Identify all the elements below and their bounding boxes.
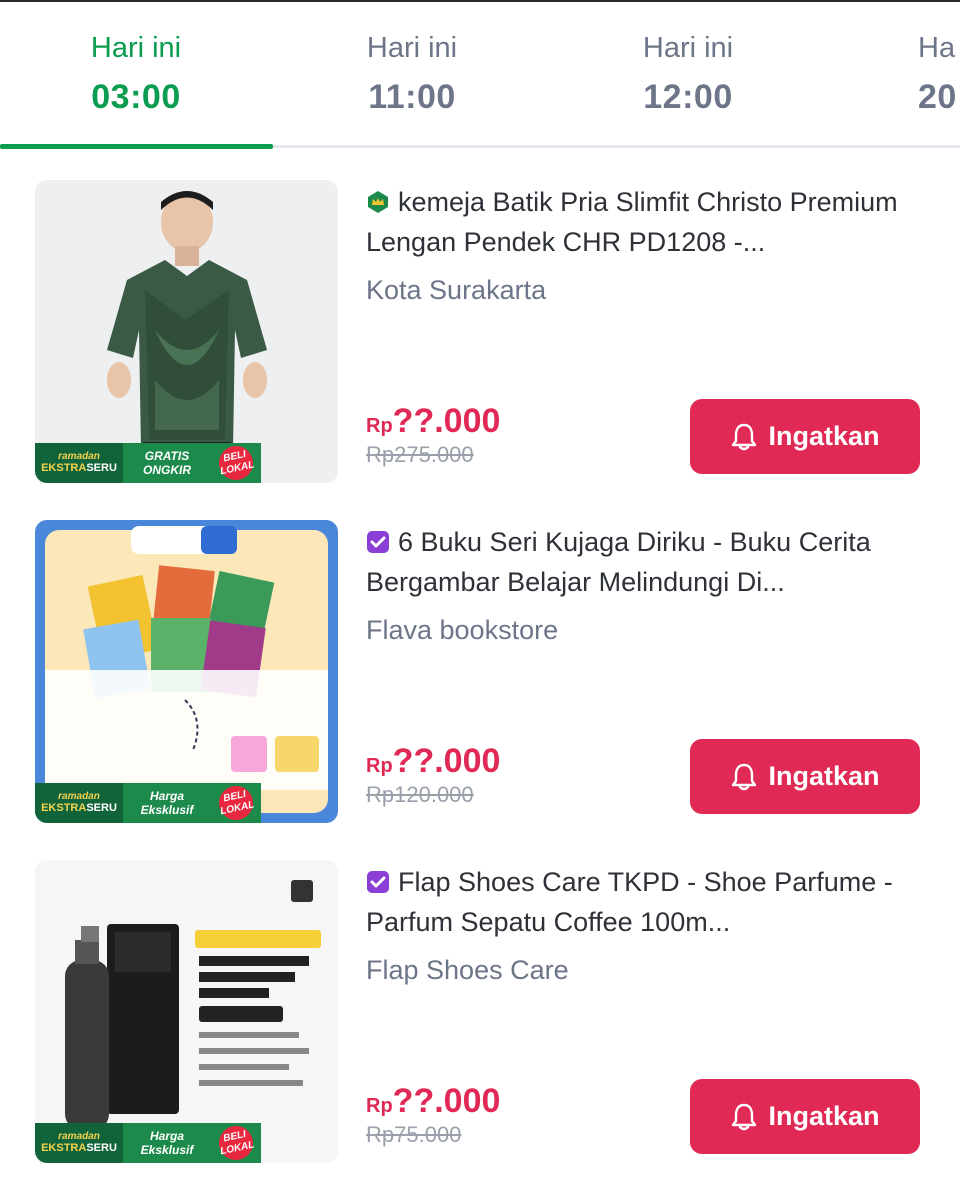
ingatkan-label: Ingatkan xyxy=(768,761,880,791)
product-card[interactable]: ramadan EKSTRASERU Harga Eksklusif BELI … xyxy=(0,520,960,840)
book-set-illustration xyxy=(35,520,338,823)
badge-text-highlight: EKSTRA xyxy=(41,462,87,474)
badge-text: SERU xyxy=(86,1142,117,1154)
promo-badges: ramadan EKSTRASERU GRATIS ONGKIR BELI LO… xyxy=(35,442,261,483)
flash-price: Rp??.000 xyxy=(366,402,500,441)
product-card[interactable]: ramadan EKSTRASERU Harga Eksklusif BELI … xyxy=(0,860,960,1180)
product-info: 6 Buku Seri Kujaga Diriku - Buku Cerita … xyxy=(366,522,936,650)
product-image-batik-shirt[interactable]: ramadan EKSTRASERU GRATIS ONGKIR BELI LO… xyxy=(35,180,338,483)
product-image-shoe-parfume[interactable]: ramadan EKSTRASERU Harga Eksklusif BELI … xyxy=(35,860,338,1163)
price-amount: ??.000 xyxy=(392,1082,501,1120)
shop-location: Kota Surakarta xyxy=(366,275,547,305)
crown-icon xyxy=(368,191,388,213)
tab-day-label: Hari ini xyxy=(642,32,734,64)
badge-text: SERU xyxy=(86,802,117,814)
beli-lokal-badge: BELI LOKAL xyxy=(211,1122,261,1163)
harga-eksklusif-badge: Harga Eksklusif xyxy=(123,783,211,823)
badge-text: BELI LOKAL xyxy=(215,782,257,823)
ingatkan-label: Ingatkan xyxy=(768,421,880,451)
harga-eksklusif-badge: Harga Eksklusif xyxy=(123,1123,211,1163)
price-amount: ??.000 xyxy=(392,402,501,440)
product-info: kemeja Batik Pria Slimfit Christo Premiu… xyxy=(366,182,936,310)
ramadan-ekstra-seru-badge: ramadan EKSTRASERU xyxy=(35,1123,123,1163)
badge-text: ramadan xyxy=(58,791,100,802)
product-title-text: kemeja Batik Pria Slimfit Christo Premiu… xyxy=(366,187,898,257)
tab-day-label: Ha xyxy=(918,32,956,64)
badge-text: EKSTRASERU xyxy=(41,802,117,815)
promo-badges: ramadan EKSTRASERU Harga Eksklusif BELI … xyxy=(35,782,261,823)
verified-icon xyxy=(367,531,389,553)
badge-text: ONGKIR xyxy=(143,463,191,477)
badge-text: SERU xyxy=(86,462,117,474)
ingatkan-button[interactable]: Ingatkan xyxy=(690,1079,920,1154)
flash-price: Rp??.000 xyxy=(366,742,500,781)
ingatkan-button[interactable]: Ingatkan xyxy=(690,399,920,474)
badge-text: BELI LOKAL xyxy=(215,1122,257,1163)
flash-sale-time-tabs: Hari ini 03:00 Hari ini 11:00 Hari ini 1… xyxy=(0,0,960,150)
badge-text: BELI LOKAL xyxy=(215,442,257,483)
tab-time-label: 11:00 xyxy=(368,78,456,116)
badge-text-highlight: EKSTRA xyxy=(41,802,87,814)
badge-text-highlight: EKSTRA xyxy=(41,1142,87,1154)
badge-text: EKSTRASERU xyxy=(41,462,117,475)
badge-text: GRATIS xyxy=(144,449,190,463)
product-title[interactable]: 6 Buku Seri Kujaga Diriku - Buku Cerita … xyxy=(366,522,936,602)
tab-day-label: Hari ini xyxy=(90,32,182,64)
shop-name: Flava bookstore xyxy=(366,615,559,645)
beli-lokal-badge: BELI LOKAL xyxy=(211,442,261,483)
product-image-kujaga-diriku-books[interactable]: ramadan EKSTRASERU Harga Eksklusif BELI … xyxy=(35,520,338,823)
tab-time-1100[interactable]: Hari ini 11:00 xyxy=(312,28,512,126)
price-currency: Rp xyxy=(366,415,393,437)
ramadan-ekstra-seru-badge: ramadan EKSTRASERU xyxy=(35,443,123,483)
badge-text: Harga xyxy=(149,789,184,803)
original-price: Rp275.000 xyxy=(366,442,474,467)
badge-text: EKSTRASERU xyxy=(41,1142,117,1155)
shoe-parfume-illustration xyxy=(35,860,338,1163)
tab-day-label: Hari ini xyxy=(366,32,458,64)
badge-text: Eksklusif xyxy=(140,803,194,817)
bell-icon xyxy=(732,1103,757,1130)
verified-icon xyxy=(367,871,389,893)
batik-shirt-illustration xyxy=(35,180,338,483)
ramadan-ekstra-seru-badge: ramadan EKSTRASERU xyxy=(35,783,123,823)
gratis-ongkir-badge: GRATIS ONGKIR xyxy=(123,443,211,483)
ingatkan-button[interactable]: Ingatkan xyxy=(690,739,920,814)
tab-time-label: 03:00 xyxy=(91,78,181,116)
product-title-text: Flap Shoes Care TKPD - Shoe Parfume - Pa… xyxy=(366,867,893,937)
original-price: Rp75.000 xyxy=(366,1122,462,1147)
product-info: Flap Shoes Care TKPD - Shoe Parfume - Pa… xyxy=(366,862,936,990)
badge-text: ramadan xyxy=(58,1131,100,1142)
promo-badges: ramadan EKSTRASERU Harga Eksklusif BELI … xyxy=(35,1122,261,1163)
shop-name: Flap Shoes Care xyxy=(366,955,569,985)
tab-time-0300[interactable]: Hari ini 03:00 xyxy=(36,28,236,126)
product-title[interactable]: kemeja Batik Pria Slimfit Christo Premiu… xyxy=(366,182,936,262)
flash-price: Rp??.000 xyxy=(366,1082,500,1121)
product-title[interactable]: Flap Shoes Care TKPD - Shoe Parfume - Pa… xyxy=(366,862,936,942)
active-tab-indicator xyxy=(0,144,273,149)
product-title-text: 6 Buku Seri Kujaga Diriku - Buku Cerita … xyxy=(366,527,871,597)
original-price: Rp120.000 xyxy=(366,782,474,807)
price-currency: Rp xyxy=(366,755,393,777)
tab-time-label: 20 xyxy=(918,78,957,116)
price-currency: Rp xyxy=(366,1095,393,1117)
badge-text: Eksklusif xyxy=(140,1143,194,1157)
tab-time-20[interactable]: Ha 20 xyxy=(918,28,960,126)
bell-icon xyxy=(732,763,757,790)
bell-icon xyxy=(732,423,757,450)
ingatkan-label: Ingatkan xyxy=(768,1101,880,1131)
beli-lokal-badge: BELI LOKAL xyxy=(211,782,261,823)
badge-text: ramadan xyxy=(58,451,100,462)
badge-text: Harga xyxy=(149,1129,184,1143)
tab-time-label: 12:00 xyxy=(643,78,733,116)
product-card[interactable]: ramadan EKSTRASERU GRATIS ONGKIR BELI LO… xyxy=(0,180,960,500)
price-amount: ??.000 xyxy=(392,742,501,780)
tab-time-1200[interactable]: Hari ini 12:00 xyxy=(588,28,788,126)
